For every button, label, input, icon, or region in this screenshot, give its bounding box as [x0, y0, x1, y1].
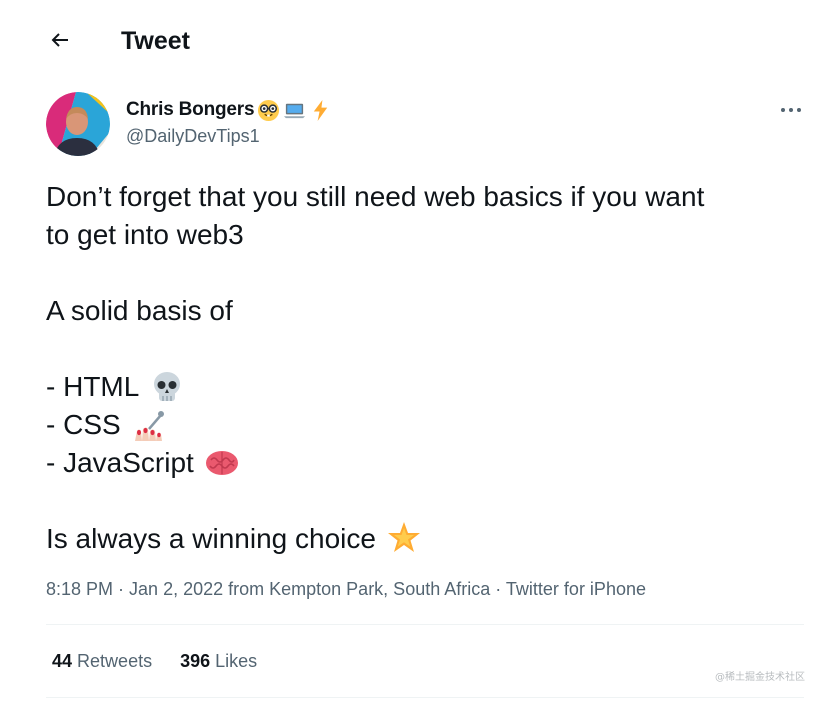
author-name[interactable]: Chris Bongers: [126, 99, 255, 121]
list-item: - CSS: [46, 406, 806, 444]
likes-count: 396: [180, 651, 211, 671]
list-item: - JavaScript: [46, 444, 806, 482]
tweet-stats: 44 Retweets 396 Likes: [52, 649, 257, 673]
glowing-star-icon: [386, 521, 422, 557]
retweets-label: Retweets: [77, 651, 153, 671]
tweet-location: from Kempton Park, South Africa: [223, 579, 491, 599]
skull-icon: [149, 369, 185, 405]
header-bar: Tweet: [0, 0, 829, 84]
more-dots-icon: [780, 100, 802, 118]
brain-icon: [204, 445, 240, 481]
tweet-line: Don’t forget that you still need web bas…: [46, 181, 705, 212]
watermark: @稀土掘金技术社区: [715, 672, 805, 683]
laptop-icon: [283, 99, 306, 122]
tweet-time-link[interactable]: 8:18 PM: [46, 579, 113, 599]
divider: [46, 697, 804, 698]
tweet-line: to get into web3: [46, 219, 244, 250]
likes-stat[interactable]: 396 Likes: [180, 649, 257, 673]
likes-label: Likes: [215, 651, 258, 671]
author-handle[interactable]: @DailyDevTips1: [126, 126, 260, 147]
tweet-date-link[interactable]: Jan 2, 2022: [129, 579, 223, 599]
lightning-icon: [309, 99, 332, 122]
retweets-stat[interactable]: 44 Retweets: [52, 649, 152, 673]
back-button[interactable]: [40, 24, 80, 60]
list-item-text: - JavaScript: [46, 447, 194, 478]
arrow-left-icon: [48, 28, 72, 57]
avatar[interactable]: [46, 92, 110, 156]
page-title: Tweet: [121, 27, 190, 55]
tweet-source-link[interactable]: Twitter for iPhone: [506, 579, 646, 599]
retweets-count: 44: [52, 651, 73, 671]
list-item: - HTML: [46, 368, 806, 406]
more-options-button[interactable]: [776, 92, 806, 126]
list-item-text: - HTML: [46, 371, 140, 402]
nerd-face-icon: [257, 99, 280, 122]
tweet-closing-line: Is always a winning choice: [46, 520, 806, 558]
tweet-meta: 8:18 PM · Jan 2, 2022 from Kempton Park,…: [46, 577, 646, 601]
divider: [46, 624, 804, 625]
meta-separator: ·: [113, 579, 130, 599]
list-item-text: - CSS: [46, 409, 121, 440]
tweet-body: Don’t forget that you still need web bas…: [46, 178, 806, 558]
author-name-row: Chris Bongers: [126, 97, 332, 123]
tweet-line: Is always a winning choice: [46, 523, 376, 554]
tweet-author: Chris Bongers @DailyDevTips1: [46, 92, 806, 156]
tweet-line: A solid basis of: [46, 295, 233, 326]
meta-separator: ·: [490, 579, 506, 599]
nail-polish-icon: [131, 407, 167, 443]
